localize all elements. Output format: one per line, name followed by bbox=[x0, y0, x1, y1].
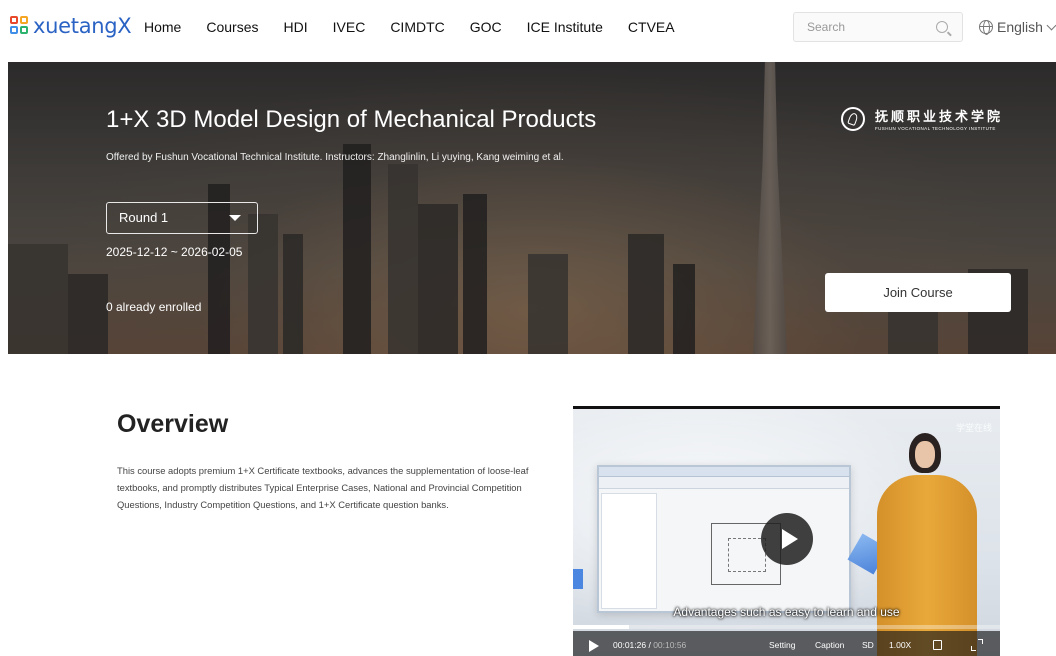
institute-name-en: FUSHUN VOCATIONAL TECHNOLOGY INSTITUTE bbox=[875, 126, 996, 131]
institute-name-cn: 抚顺职业技术学院 bbox=[875, 110, 1004, 125]
logo-text: xuetangX bbox=[33, 14, 132, 38]
time-display: 00:01:26 / 00:10:56 bbox=[613, 640, 687, 650]
nav-ctvea[interactable]: CTVEA bbox=[628, 19, 675, 35]
round-select-value: Round 1 bbox=[119, 210, 169, 225]
overview-title: Overview bbox=[117, 410, 229, 438]
chevron-down-icon bbox=[1046, 20, 1056, 30]
current-time: 00:01:26 bbox=[613, 640, 647, 650]
nav-ice-institute[interactable]: ICE Institute bbox=[527, 19, 603, 35]
video-subtitle: Advantages such as easy to learn and use bbox=[673, 605, 900, 619]
nav-home[interactable]: Home bbox=[144, 19, 181, 35]
institute-logo: 抚顺职业技术学院 FUSHUN VOCATIONAL TECHNOLOGY IN… bbox=[841, 106, 1003, 131]
setting-button[interactable]: Setting bbox=[769, 640, 795, 650]
round-select[interactable]: Round 1 bbox=[106, 202, 258, 234]
course-offered-by: Offered by Fushun Vocational Technical I… bbox=[106, 152, 564, 163]
nav-courses[interactable]: Courses bbox=[206, 19, 258, 35]
decorative-cube bbox=[573, 569, 583, 589]
course-date-range: 2025-12-12 ~ 2026-02-05 bbox=[106, 245, 243, 259]
video-player[interactable]: 学堂在线 Advantages such as easy to learn an… bbox=[573, 406, 1000, 656]
globe-icon bbox=[979, 20, 993, 35]
play-button[interactable] bbox=[761, 513, 813, 565]
join-course-button[interactable]: Join Course bbox=[825, 273, 1011, 312]
search-icon[interactable] bbox=[936, 21, 948, 33]
course-hero-banner: 1+X 3D Model Design of Mechanical Produc… bbox=[8, 62, 1056, 354]
progress-bar[interactable] bbox=[573, 625, 1000, 629]
nav-ivec[interactable]: IVEC bbox=[333, 19, 366, 35]
play-icon[interactable] bbox=[589, 640, 599, 652]
search-box bbox=[793, 12, 963, 42]
search-input[interactable] bbox=[794, 13, 924, 41]
logo[interactable]: xuetangX bbox=[10, 13, 132, 39]
fullscreen-icon[interactable] bbox=[971, 639, 983, 651]
caret-down-icon bbox=[229, 215, 241, 221]
header: xuetangX Home Courses HDI IVEC CIMDTC GO… bbox=[0, 0, 1056, 54]
presenter-face bbox=[915, 441, 935, 468]
nav-cimdtc[interactable]: CIMDTC bbox=[390, 19, 444, 35]
progress-fill bbox=[573, 625, 629, 629]
total-time: 00:10:56 bbox=[653, 640, 687, 650]
speed-button[interactable]: 1.00X bbox=[889, 640, 911, 650]
language-label: English bbox=[997, 19, 1043, 35]
caption-button[interactable]: Caption bbox=[815, 640, 844, 650]
language-selector[interactable]: English bbox=[979, 17, 1056, 37]
video-controls: 00:01:26 / 00:10:56 Setting Caption SD 1… bbox=[573, 631, 1000, 656]
institute-name: 抚顺职业技术学院 FUSHUN VOCATIONAL TECHNOLOGY IN… bbox=[875, 106, 1003, 131]
volume-icon[interactable] bbox=[933, 640, 942, 650]
nav-goc[interactable]: GOC bbox=[470, 19, 502, 35]
quality-button[interactable]: SD bbox=[862, 640, 874, 650]
nav-hdi[interactable]: HDI bbox=[284, 19, 308, 35]
main-nav: Home Courses HDI IVEC CIMDTC GOC ICE Ins… bbox=[144, 0, 700, 54]
course-title: 1+X 3D Model Design of Mechanical Produc… bbox=[106, 106, 597, 133]
video-watermark: 学堂在线 bbox=[955, 423, 992, 433]
logo-icon bbox=[10, 16, 30, 36]
institute-seal-icon bbox=[841, 106, 865, 131]
overview-text: This course adopts premium 1+X Certifica… bbox=[117, 465, 529, 510]
enrolled-count: 0 already enrolled bbox=[106, 300, 202, 314]
